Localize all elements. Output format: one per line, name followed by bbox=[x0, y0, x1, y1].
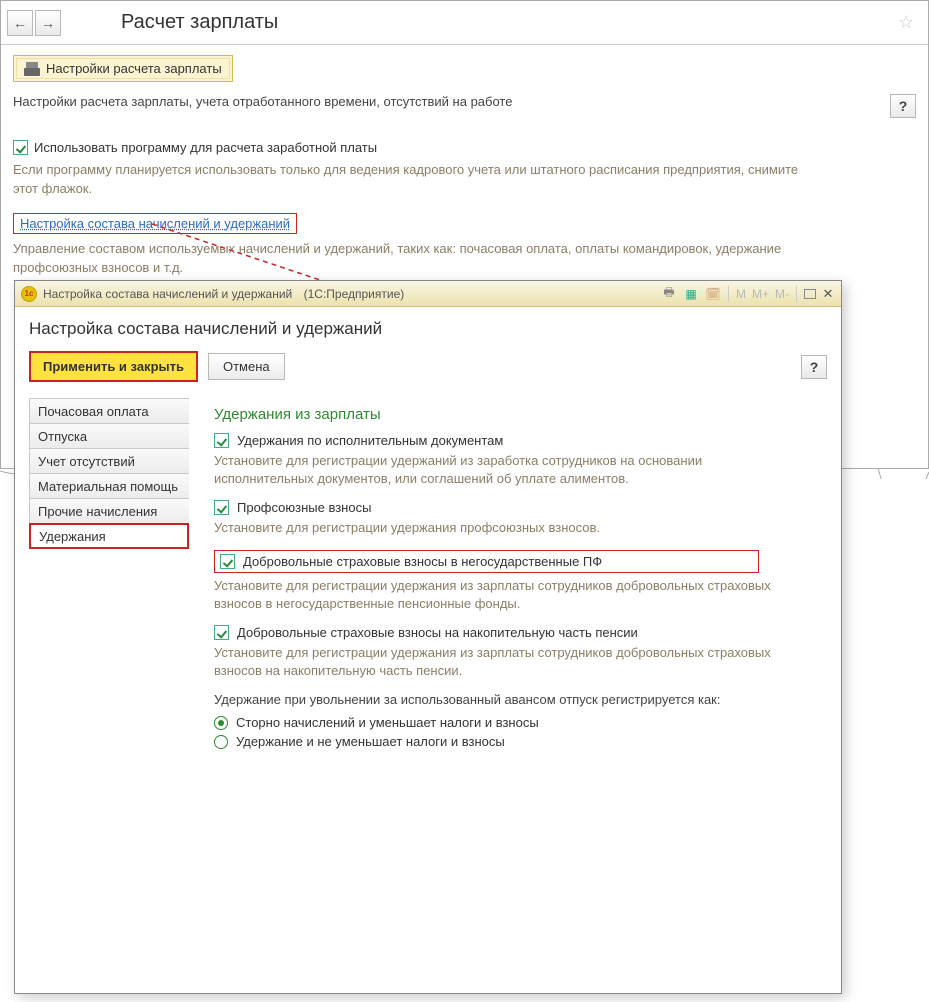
back-button[interactable]: ← bbox=[7, 10, 33, 36]
forward-button[interactable]: → bbox=[35, 10, 61, 36]
accruals-config-link[interactable]: Настройка состава начислений и удержаний bbox=[20, 216, 290, 231]
dismissal-question-label: Удержание при увольнении за использованн… bbox=[214, 692, 815, 707]
calculator-icon[interactable]: ▦ bbox=[682, 285, 700, 303]
calendar-icon[interactable]: 🗓 bbox=[704, 285, 722, 303]
union-dues-hint: Установите для регистрации удержания про… bbox=[214, 519, 794, 537]
tab-vacations[interactable]: Отпуска bbox=[29, 423, 189, 449]
cancel-button[interactable]: Отмена bbox=[208, 353, 285, 380]
page-subtitle: Настройки расчета зарплаты, учета отрабо… bbox=[13, 94, 880, 109]
printer-icon bbox=[24, 62, 40, 76]
dialog-window-title: Настройка состава начислений и удержаний bbox=[43, 287, 292, 301]
panel-title: Удержания из зарплаты bbox=[214, 406, 815, 423]
deductions-panel: Удержания из зарплаты Удержания по испол… bbox=[188, 398, 827, 981]
dismissal-deduction-label: Удержание и не уменьшает налоги и взносы bbox=[236, 734, 505, 749]
voluntary-npf-checkbox[interactable] bbox=[220, 554, 235, 569]
tab-absences[interactable]: Учет отсутствий bbox=[29, 448, 189, 474]
close-button[interactable]: ✕ bbox=[819, 285, 837, 303]
union-dues-label: Профсоюзные взносы bbox=[237, 500, 371, 515]
voluntary-funded-hint: Установите для регистрации удержания из … bbox=[214, 644, 794, 680]
logo-1c-icon: 1c bbox=[21, 286, 37, 302]
use-program-label: Использовать программу для расчета зараб… bbox=[34, 140, 377, 155]
maximize-button[interactable] bbox=[801, 285, 819, 303]
use-program-hint: Если программу планируется использовать … bbox=[13, 161, 803, 199]
memory-m-button[interactable]: M bbox=[733, 287, 749, 301]
writ-deductions-hint: Установите для регистрации удержаний из … bbox=[214, 452, 794, 488]
tab-hourly-pay[interactable]: Почасовая оплата bbox=[29, 398, 189, 424]
page-title: Расчет зарплаты bbox=[121, 11, 278, 34]
dialog-window-subtitle: (1С:Предприятие) bbox=[304, 287, 405, 301]
voluntary-funded-label: Добровольные страховые взносы на накопит… bbox=[237, 625, 638, 640]
tab-list: Почасовая оплата Отпуска Учет отсутствий… bbox=[29, 398, 189, 981]
voluntary-npf-hint: Установите для регистрации удержания из … bbox=[214, 577, 794, 613]
memory-mminus-button[interactable]: M- bbox=[772, 287, 792, 301]
use-program-checkbox[interactable] bbox=[13, 140, 28, 155]
voluntary-funded-checkbox[interactable] bbox=[214, 625, 229, 640]
writ-deductions-checkbox[interactable] bbox=[214, 433, 229, 448]
dismissal-storno-radio[interactable] bbox=[214, 716, 228, 730]
memory-mplus-button[interactable]: M+ bbox=[749, 287, 772, 301]
accruals-config-hint: Управление составом используемых начисле… bbox=[13, 240, 803, 278]
tab-other-accruals[interactable]: Прочие начисления bbox=[29, 498, 189, 524]
voluntary-npf-label: Добровольные страховые взносы в негосуда… bbox=[243, 554, 602, 569]
salary-settings-button[interactable]: Настройки расчета зарплаты bbox=[13, 55, 233, 82]
print-icon-toolbar[interactable]: 🖶 bbox=[660, 285, 678, 303]
help-button[interactable]: ? bbox=[890, 94, 916, 118]
dialog-heading: Настройка состава начислений и удержаний bbox=[29, 319, 827, 339]
tab-material-aid[interactable]: Материальная помощь bbox=[29, 473, 189, 499]
dismissal-storno-label: Сторно начислений и уменьшает налоги и в… bbox=[236, 715, 539, 730]
accruals-config-link-box: Настройка состава начислений и удержаний bbox=[13, 213, 297, 234]
salary-settings-label: Настройки расчета зарплаты bbox=[46, 61, 222, 76]
dialog-help-button[interactable]: ? bbox=[801, 355, 827, 379]
favorite-icon[interactable]: ☆ bbox=[898, 12, 914, 33]
accruals-config-dialog: 1c Настройка состава начислений и удержа… bbox=[14, 280, 842, 994]
tab-deductions[interactable]: Удержания bbox=[29, 523, 189, 549]
dialog-titlebar[interactable]: 1c Настройка состава начислений и удержа… bbox=[15, 281, 841, 307]
union-dues-checkbox[interactable] bbox=[214, 500, 229, 515]
apply-close-button[interactable]: Применить и закрыть bbox=[29, 351, 198, 382]
dismissal-deduction-radio[interactable] bbox=[214, 735, 228, 749]
writ-deductions-label: Удержания по исполнительным документам bbox=[237, 433, 503, 448]
